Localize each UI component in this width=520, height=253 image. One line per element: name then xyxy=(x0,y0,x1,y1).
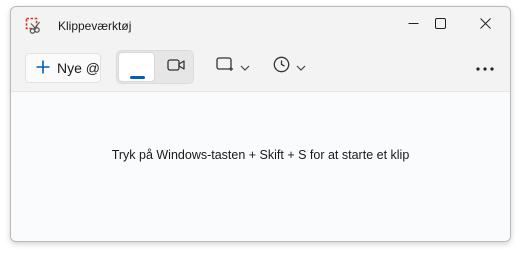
app-window: Klippeværktøj Nye @ Tryk på Windows-tast… xyxy=(10,6,511,242)
capture-mode-toggle xyxy=(116,50,194,84)
more-icon xyxy=(476,58,494,76)
snip-shape-dropdown[interactable] xyxy=(216,53,250,81)
selected-indicator xyxy=(130,76,145,79)
delay-timer-dropdown[interactable] xyxy=(273,53,306,81)
video-camera-icon xyxy=(166,58,185,77)
chevron-down-icon xyxy=(296,58,306,76)
new-snip-label: Nye @ xyxy=(57,60,100,76)
snip-canvas: Tryk på Windows-tasten + Skift + S for a… xyxy=(11,91,510,241)
clock-icon xyxy=(273,56,290,78)
toolbar: Nye @ xyxy=(11,45,510,91)
close-icon xyxy=(479,16,491,34)
title-bar[interactable]: Klippeværktøj xyxy=(11,7,510,45)
chevron-down-icon xyxy=(240,58,250,76)
window-title: Klippeværktøj xyxy=(58,19,132,33)
plus-icon xyxy=(36,60,50,77)
rectangle-snip-icon xyxy=(216,56,234,78)
maximize-icon xyxy=(434,16,446,34)
snipping-tool-app-icon xyxy=(25,17,42,34)
maximize-button[interactable] xyxy=(417,7,463,43)
start-snip-hint: Tryk på Windows-tasten + Skift + S for a… xyxy=(111,148,410,162)
more-options-button[interactable] xyxy=(473,55,497,79)
video-mode-button[interactable] xyxy=(157,52,194,82)
new-snip-button[interactable]: Nye @ xyxy=(25,53,101,83)
screenshot-mode-button[interactable] xyxy=(118,52,155,82)
close-button[interactable] xyxy=(462,7,508,43)
